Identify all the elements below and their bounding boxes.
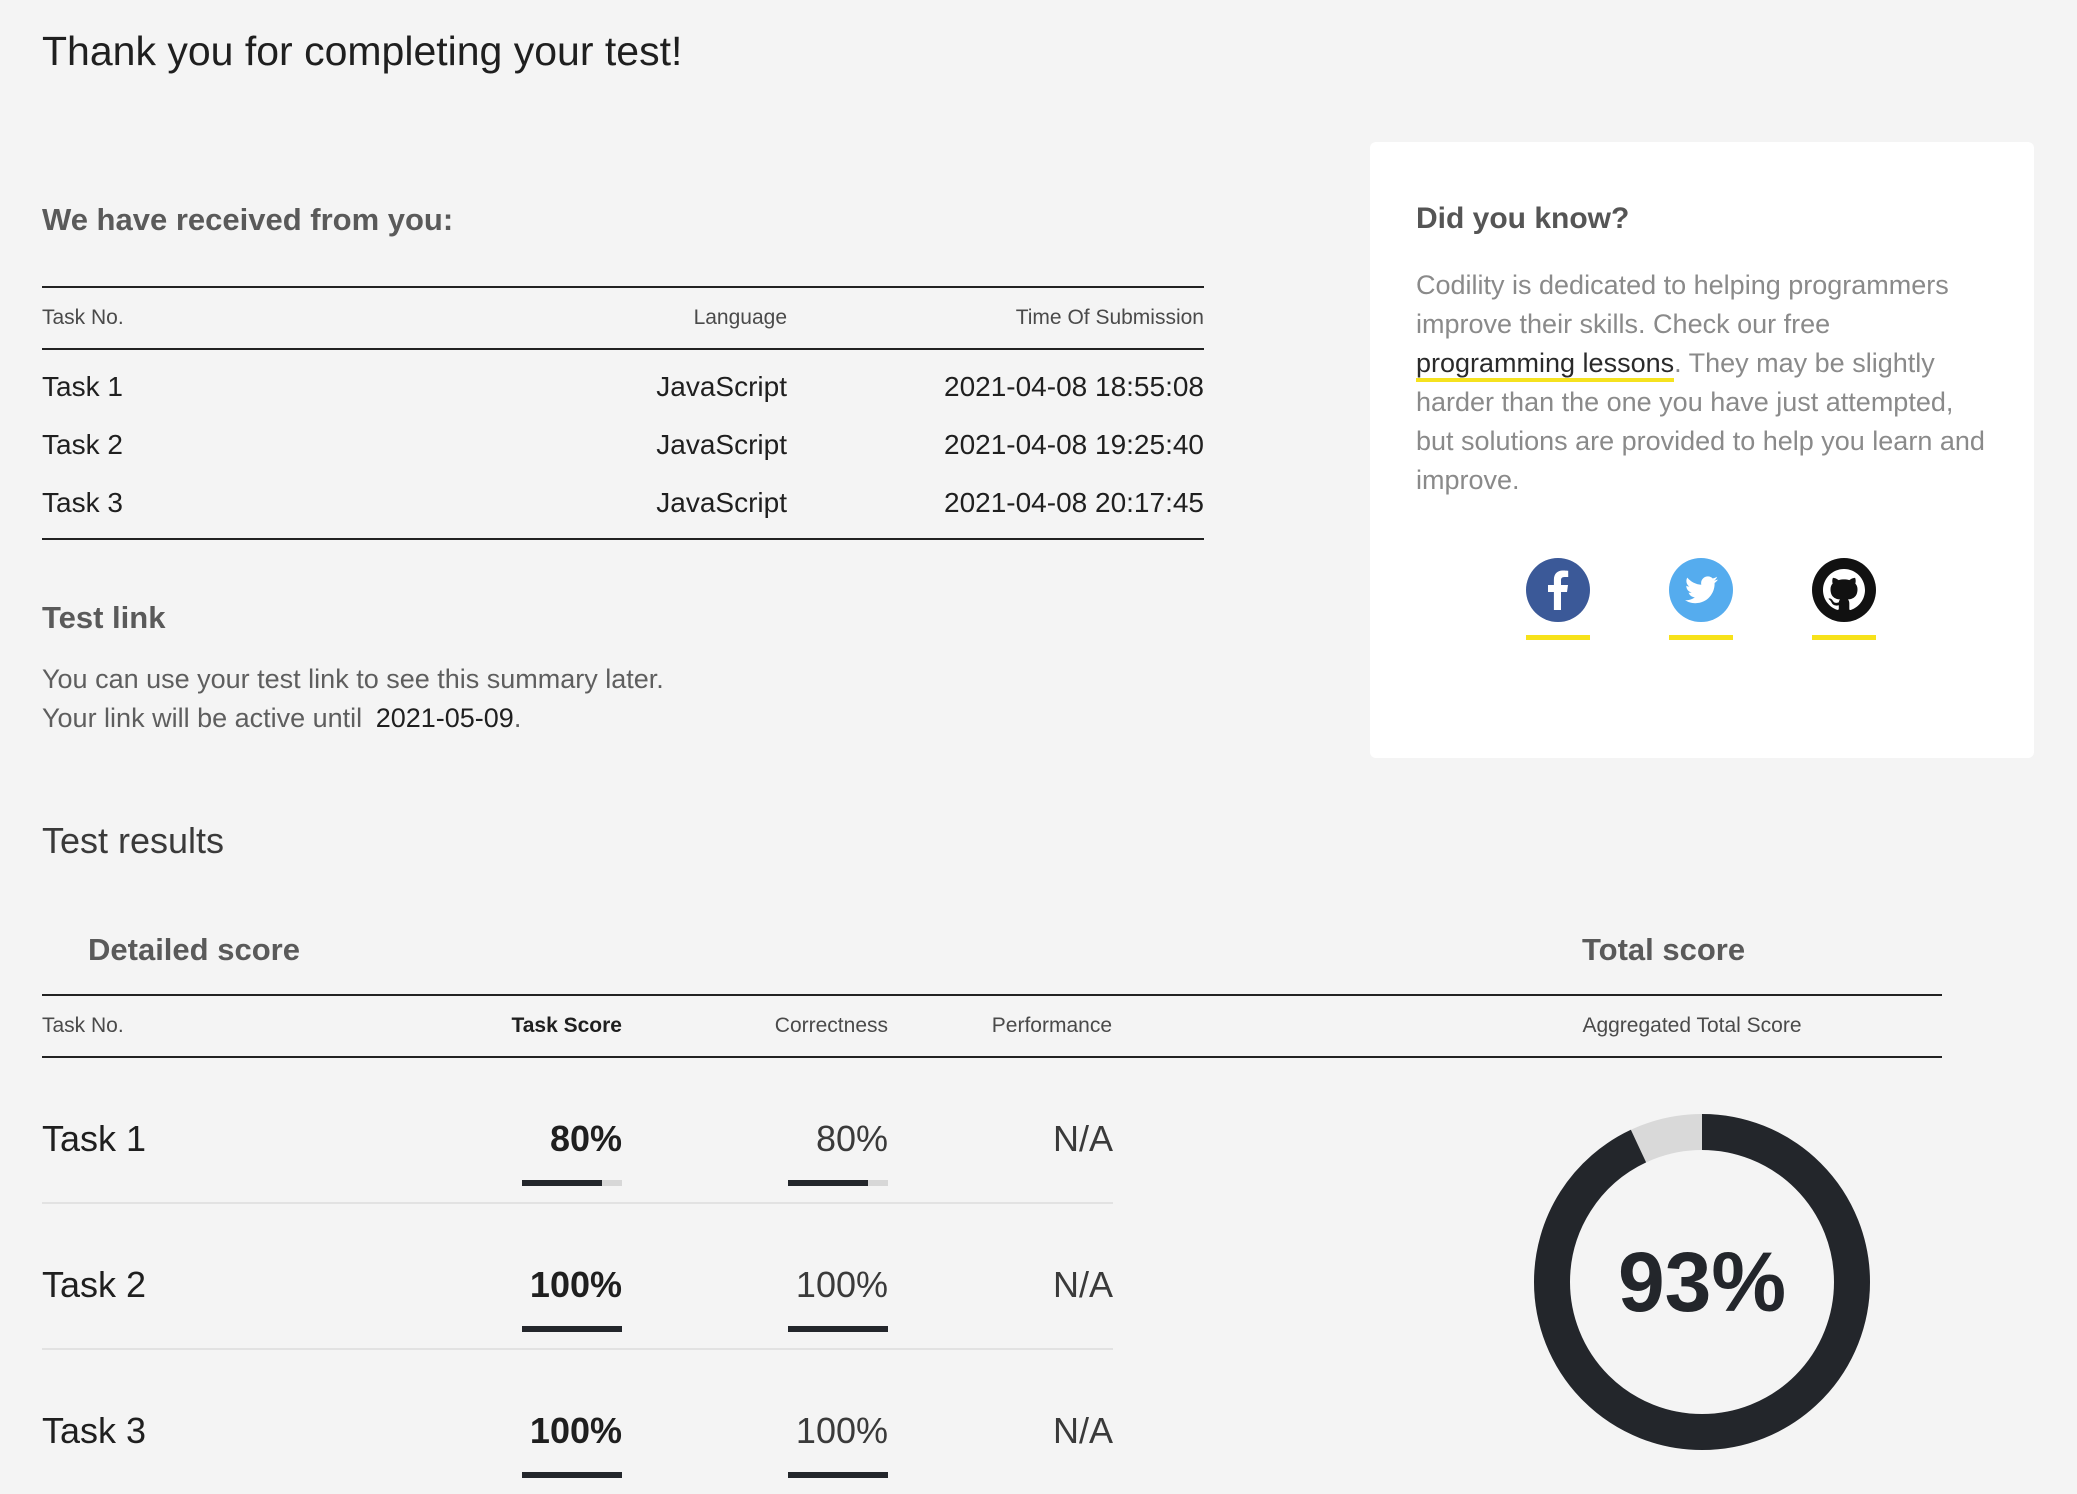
- received-heading: We have received from you:: [42, 202, 454, 237]
- active-until-suffix: .: [513, 703, 522, 733]
- score-task-name: Task 1: [42, 1118, 147, 1159]
- programming-lessons-link[interactable]: programming lessons: [1416, 348, 1675, 382]
- correctness-bar-fill: [788, 1180, 868, 1186]
- submission-time: 2021-04-08 18:55:08: [944, 371, 1204, 402]
- submission-task: Task 3: [42, 487, 123, 518]
- twitter-link[interactable]: [1669, 558, 1733, 640]
- column-header-time: Time Of Submission: [1015, 306, 1204, 329]
- total-score-donut: 93%: [1532, 1112, 1872, 1452]
- facebook-link[interactable]: [1526, 558, 1590, 640]
- performance-value: N/A: [1052, 1118, 1113, 1159]
- score-row: Task 3 100% 100% N/A: [42, 1350, 1113, 1494]
- correctness-bar: [788, 1472, 888, 1478]
- score-task-name: Task 2: [42, 1264, 147, 1305]
- correctness-value: 80%: [815, 1118, 888, 1159]
- column-header-task-score: Task Score: [511, 1014, 622, 1037]
- did-you-know-text: Codility is dedicated to helping program…: [1416, 266, 1991, 500]
- task-score-value: 100%: [529, 1264, 622, 1305]
- did-you-know-heading: Did you know?: [1416, 202, 1630, 235]
- table-row: Task 1 JavaScript 2021-04-08 18:55:08: [42, 358, 1204, 416]
- column-header-task: Task No.: [42, 306, 124, 329]
- page-title: Thank you for completing your test!: [42, 28, 683, 74]
- submissions-table-header: Task No. Language Time Of Submission: [42, 288, 1204, 350]
- column-header-correctness: Correctness: [774, 1014, 888, 1037]
- github-link[interactable]: [1812, 558, 1876, 640]
- submissions-table: Task No. Language Time Of Submission Tas…: [42, 286, 1204, 540]
- test-link-heading: Test link: [42, 600, 166, 635]
- table-row: Task 2 JavaScript 2021-04-08 19:25:40: [42, 416, 1204, 474]
- performance-value: N/A: [1052, 1264, 1113, 1305]
- test-link-info: You can use your test link to see this s…: [42, 660, 664, 738]
- total-score-value: 93%: [1617, 1235, 1787, 1329]
- github-icon: [1812, 558, 1876, 622]
- twitter-underline: [1669, 635, 1733, 640]
- submission-language: JavaScript: [656, 487, 787, 518]
- task-score-value: 100%: [529, 1410, 622, 1451]
- task-score-bar: [522, 1180, 622, 1186]
- submission-language: JavaScript: [656, 429, 787, 460]
- did-you-know-text-before: Codility is dedicated to helping program…: [1416, 270, 1949, 339]
- facebook-underline: [1526, 635, 1590, 640]
- test-results-heading: Test results: [42, 820, 225, 861]
- facebook-icon: [1526, 558, 1590, 622]
- submission-time: 2021-04-08 20:17:45: [944, 487, 1204, 518]
- correctness-bar-fill: [788, 1326, 888, 1332]
- did-you-know-card: Did you know? Codility is dedicated to h…: [1370, 142, 2034, 758]
- score-row: Task 1 80% 80% N/A: [42, 1058, 1113, 1204]
- detailed-score-heading: Detailed score: [88, 932, 300, 967]
- column-header-language: Language: [693, 306, 787, 329]
- active-until-date: 2021-05-09: [375, 703, 514, 733]
- task-score-bar: [522, 1472, 622, 1478]
- task-score-bar-fill: [522, 1472, 622, 1478]
- test-link-line2: Your link will be active until 2021-05-0…: [42, 699, 664, 738]
- submission-task: Task 2: [42, 429, 123, 460]
- twitter-icon: [1669, 558, 1733, 622]
- performance-value: N/A: [1052, 1410, 1113, 1451]
- active-until-label: Your link will be active until: [42, 703, 363, 733]
- score-row: Task 2 100% 100% N/A: [42, 1204, 1113, 1350]
- correctness-bar: [788, 1326, 888, 1332]
- column-header-aggregated-score: Aggregated Total Score: [1582, 1014, 1802, 1037]
- task-score-bar: [522, 1326, 622, 1332]
- correctness-bar: [788, 1180, 888, 1186]
- test-link-line1: You can use your test link to see this s…: [42, 664, 664, 694]
- table-row: Task 3 JavaScript 2021-04-08 20:17:45: [42, 474, 1204, 532]
- submission-task: Task 1: [42, 371, 123, 402]
- submission-time: 2021-04-08 19:25:40: [944, 429, 1204, 460]
- correctness-value: 100%: [795, 1264, 888, 1305]
- correctness-value: 100%: [795, 1410, 888, 1451]
- score-task-name: Task 3: [42, 1410, 147, 1451]
- total-score-heading: Total score: [1582, 932, 1746, 967]
- column-header-performance: Performance: [991, 1014, 1112, 1037]
- github-underline: [1812, 635, 1876, 640]
- task-score-value: 80%: [549, 1118, 622, 1159]
- correctness-bar-fill: [788, 1472, 888, 1478]
- task-score-bar-fill: [522, 1326, 622, 1332]
- score-table-header: Task No. Task Score Correctness Performa…: [42, 994, 1942, 1058]
- column-header-task: Task No.: [42, 1014, 124, 1037]
- submission-language: JavaScript: [656, 371, 787, 402]
- task-score-bar-fill: [522, 1180, 602, 1186]
